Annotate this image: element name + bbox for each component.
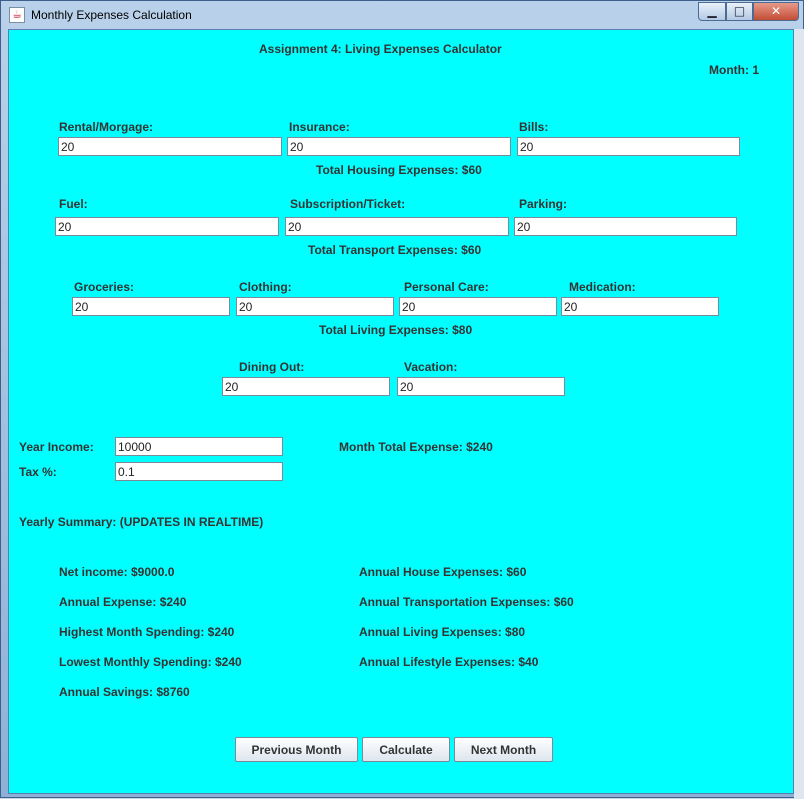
- groceries-label: Groceries:: [74, 280, 135, 294]
- net-income: Net income: $9000.0: [59, 565, 175, 579]
- rental-input[interactable]: [58, 137, 282, 156]
- caption-buttons: ▁ □ ✕: [698, 2, 799, 21]
- rental-label: Rental/Morgage:: [59, 120, 154, 134]
- highest-month-spending: Highest Month Spending: $240: [59, 625, 235, 639]
- clothing-input[interactable]: [236, 297, 394, 316]
- clothing-label: Clothing:: [239, 280, 292, 294]
- dining-out-input[interactable]: [222, 377, 390, 396]
- bills-input[interactable]: [517, 137, 740, 156]
- parking-input[interactable]: [514, 217, 737, 236]
- total-transport-expenses: Total Transport Expenses: $60: [308, 243, 482, 257]
- bills-label: Bills:: [519, 120, 549, 134]
- next-month-button[interactable]: Next Month: [454, 737, 553, 762]
- year-income-label: Year Income:: [19, 440, 94, 454]
- lowest-monthly-spending: Lowest Monthly Spending: $240: [59, 655, 242, 669]
- tax-input[interactable]: [115, 462, 283, 481]
- insurance-label: Insurance:: [289, 120, 350, 134]
- window-title: Monthly Expenses Calculation: [31, 8, 192, 22]
- subscription-label: Subscription/Ticket:: [290, 197, 406, 211]
- insurance-input[interactable]: [287, 137, 511, 156]
- annual-savings: Annual Savings: $8760: [59, 685, 190, 699]
- calculate-button[interactable]: Calculate: [362, 737, 450, 762]
- annual-expense: Annual Expense: $240: [59, 595, 187, 609]
- yearly-summary-heading: Yearly Summary: (UPDATES IN REALTIME): [19, 515, 264, 529]
- groceries-input[interactable]: [72, 297, 230, 316]
- maximize-icon: □: [733, 4, 746, 18]
- annual-lifestyle-expenses: Annual Lifestyle Expenses: $40: [359, 655, 539, 669]
- dining-out-label: Dining Out:: [239, 360, 305, 374]
- vacation-input[interactable]: [397, 377, 565, 396]
- fuel-input[interactable]: [55, 217, 279, 236]
- close-icon: ✕: [770, 4, 782, 18]
- previous-month-button[interactable]: Previous Month: [235, 737, 358, 762]
- tax-label: Tax %:: [19, 465, 57, 479]
- fuel-label: Fuel:: [59, 197, 88, 211]
- vacation-label: Vacation:: [404, 360, 458, 374]
- total-living-expenses: Total Living Expenses: $80: [319, 323, 473, 337]
- content-panel: Assignment 4: Living Expenses Calculator…: [8, 29, 794, 794]
- maximize-button[interactable]: □: [726, 2, 753, 21]
- month-indicator: Month: 1: [709, 63, 759, 77]
- month-total-expense: Month Total Expense: $240: [339, 440, 493, 454]
- year-income-input[interactable]: [115, 437, 283, 456]
- personal-care-label: Personal Care:: [404, 280, 489, 294]
- personal-care-input[interactable]: [399, 297, 557, 316]
- close-button[interactable]: ✕: [753, 2, 799, 21]
- annual-living-expenses: Annual Living Expenses: $80: [359, 625, 526, 639]
- medication-label: Medication:: [569, 280, 636, 294]
- medication-input[interactable]: [561, 297, 719, 316]
- subscription-input[interactable]: [285, 217, 509, 236]
- title-bar[interactable]: ☕ Monthly Expenses Calculation ▁ □ ✕: [1, 1, 804, 29]
- app-window: ☕ Monthly Expenses Calculation ▁ □ ✕ Ass…: [0, 0, 804, 799]
- total-housing-expenses: Total Housing Expenses: $60: [316, 163, 482, 177]
- java-coffee-icon: ☕: [9, 7, 25, 23]
- minimize-button[interactable]: ▁: [698, 2, 726, 21]
- page-title: Assignment 4: Living Expenses Calculator: [259, 42, 502, 56]
- parking-label: Parking:: [519, 197, 568, 211]
- annual-transportation-expenses: Annual Transportation Expenses: $60: [359, 595, 574, 609]
- annual-house-expenses: Annual House Expenses: $60: [359, 565, 527, 579]
- background-window-edge: [794, 29, 804, 799]
- minimize-icon: ▁: [707, 4, 717, 18]
